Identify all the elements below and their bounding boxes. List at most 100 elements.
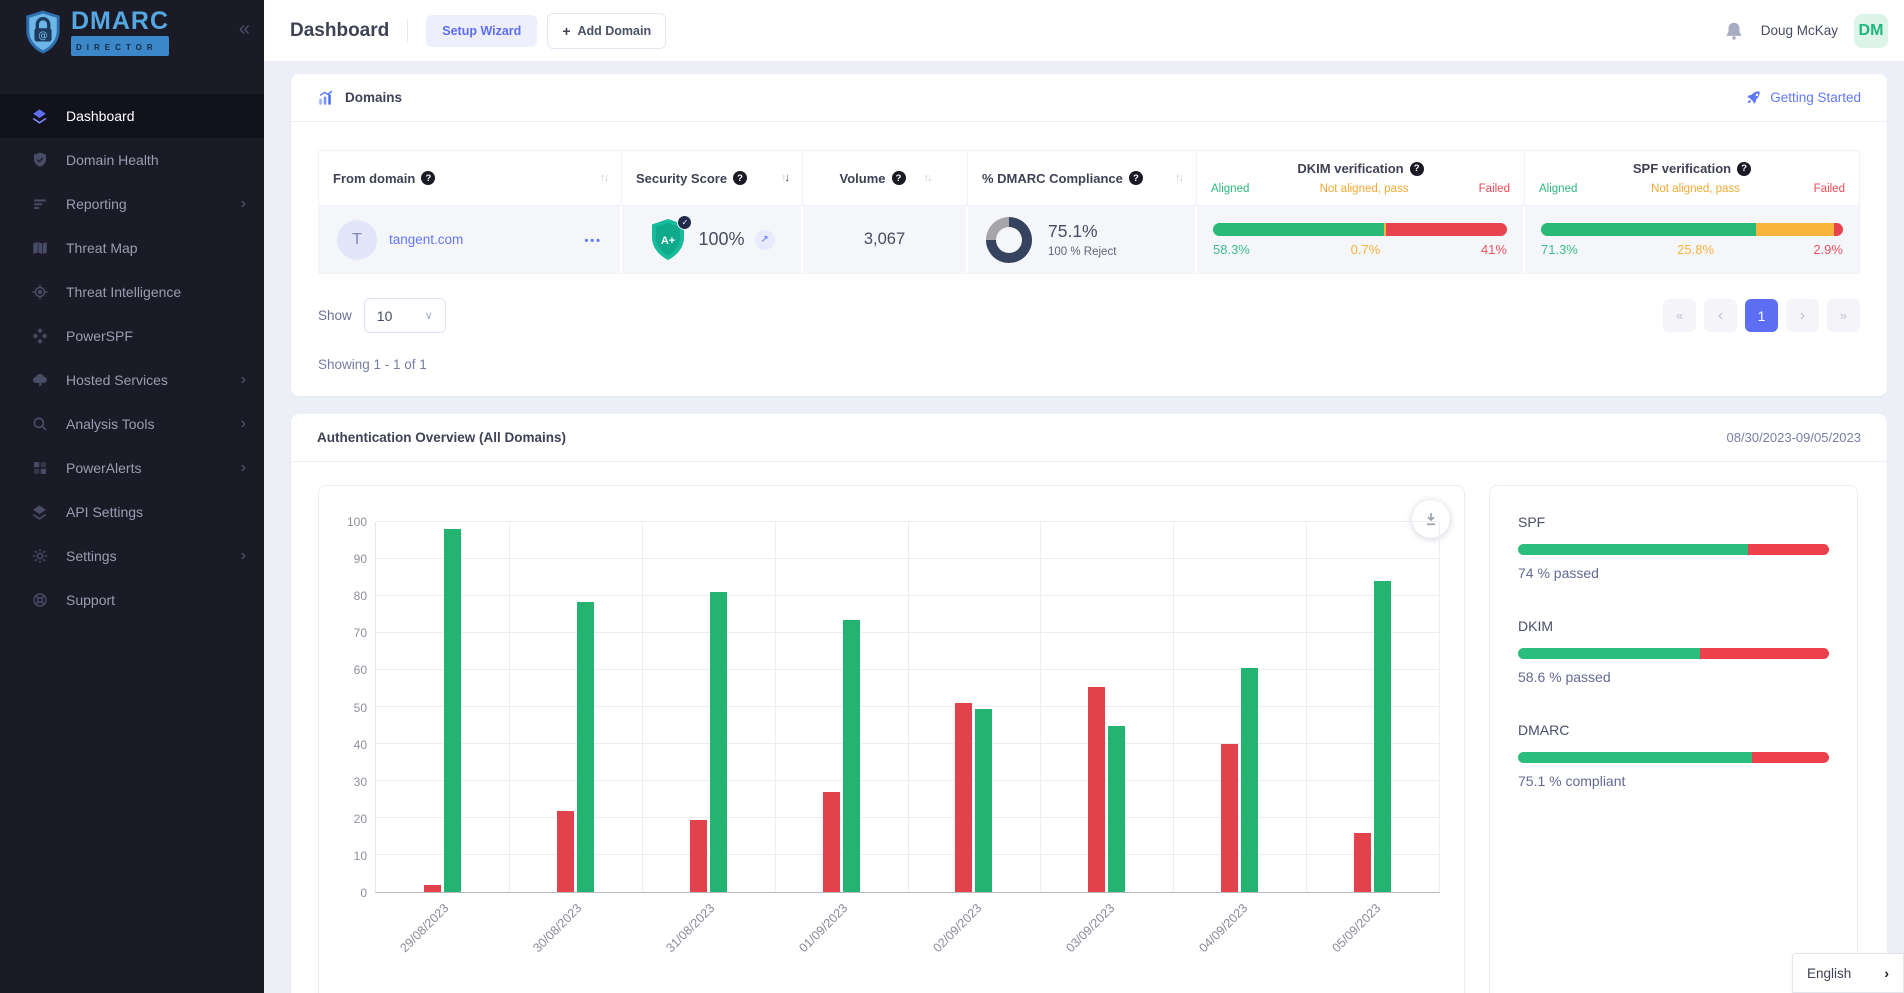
domains-panel-header: Domains Getting Started [291,74,1887,122]
svg-text:A+: A+ [661,235,675,247]
per-page-select[interactable]: 10 [364,298,446,333]
cell-security-score: A+ 100% [622,206,803,273]
sublabel-failed: Failed [1479,183,1510,195]
dkim-not-aligned-value: 0.7% [1351,242,1381,257]
help-icon[interactable] [1737,162,1751,176]
help-icon[interactable] [421,171,435,185]
user-name[interactable]: Doug McKay [1761,23,1838,38]
language-picker[interactable]: English [1792,953,1904,993]
header-label-group: Security Score [636,171,747,186]
domain-avatar: T [337,220,377,260]
failed-bar [1354,833,1371,892]
cell-spf-verification: 71.3% 25.8% 2.9% [1525,206,1859,273]
sidebar-item-label: Threat Map [66,240,138,256]
pagination-page-1[interactable]: 1 [1745,299,1778,332]
header-label-group: % DMARC Compliance [982,171,1143,186]
failed-bar [1088,687,1105,892]
help-icon[interactable] [892,171,906,185]
bar-chart: 0102030405060708090100 [341,522,1440,893]
pagination-next-button[interactable] [1786,299,1819,332]
sublabel-aligned: Aligned [1211,183,1249,195]
sidebar-item-threat-map[interactable]: Threat Map [0,226,264,270]
y-tick-label: 80 [354,589,367,603]
sidebar-item-reporting[interactable]: Reporting [0,182,264,226]
bar-group [775,522,908,892]
chevron-right-icon [1884,965,1889,981]
pagination-first-button[interactable] [1663,299,1696,332]
diamonds-icon [30,327,49,346]
grid-icon [30,459,49,478]
app-root: @ DMARC DIRECTOR Dashboard Domai [0,0,1904,993]
setup-wizard-button[interactable]: Setup Wizard [426,15,537,47]
spf-aligned-value: 71.3% [1541,242,1578,257]
pagination-prev-button[interactable] [1704,299,1737,332]
chart-y-axis: 0102030405060708090100 [341,522,375,893]
sidebar-item-settings[interactable]: Settings [0,534,264,578]
check-badge-icon [677,215,692,230]
cell-dmarc-compliance: 75.1% 100 % Reject [968,206,1197,273]
passed-bar [1108,726,1125,893]
external-link-icon[interactable] [755,230,775,250]
pagination-last-button[interactable] [1827,299,1860,332]
brand-subtitle-bar: DIRECTOR [71,36,169,56]
auth-panel-header: Authentication Overview (All Domains) 08… [291,414,1887,462]
sidebar-item-domain-health[interactable]: Domain Health [0,138,264,182]
sidebar-item-api-settings[interactable]: API Settings [0,490,264,534]
getting-started-label: Getting Started [1770,90,1861,105]
spf-summary-label: SPF [1518,514,1829,530]
passed-bar [710,592,727,892]
dkim-aligned-value: 58.3% [1213,242,1250,257]
sidebar-item-poweralerts[interactable]: PowerAlerts [0,446,264,490]
dmarc-failed-segment [1752,752,1829,763]
getting-started-link[interactable]: Getting Started [1745,89,1861,106]
chevron-right-icon [241,415,246,433]
brand-logo[interactable]: @ DMARC DIRECTOR [0,0,264,64]
spf-not-aligned-segment [1756,223,1834,236]
user-avatar[interactable]: DM [1854,14,1888,48]
domain-link[interactable]: tangent.com [389,232,463,247]
topbar: Dashboard Setup Wizard Add Domain Doug M… [264,0,1904,61]
header-from-domain: From domain [319,151,622,205]
sidebar-collapse-icon[interactable] [239,18,250,41]
header-label: Security Score [636,171,727,186]
sort-icon[interactable] [924,172,931,184]
passed-bar [1241,668,1258,892]
auth-overview-panel: Authentication Overview (All Domains) 08… [291,414,1887,993]
help-icon[interactable] [1410,162,1424,176]
sort-icon[interactable] [1175,172,1182,184]
bell-icon[interactable] [1723,20,1745,42]
sidebar-item-analysis-tools[interactable]: Analysis Tools [0,402,264,446]
domains-panel: Domains Getting Started From domain [291,74,1887,396]
auth-chart-card: 0102030405060708090100 29/08/202330/08/2… [318,485,1465,993]
sidebar-item-label: Dashboard [66,108,135,124]
spf-summary: SPF 74 % passed [1518,514,1829,581]
row-actions-icon[interactable] [584,231,606,249]
help-icon[interactable] [733,171,747,185]
help-icon[interactable] [1129,171,1143,185]
sidebar-item-powerspf[interactable]: PowerSPF [0,314,264,358]
sidebar-item-dashboard[interactable]: Dashboard [0,94,264,138]
spf-summary-text: 74 % passed [1518,565,1829,581]
sidebar-menu: Dashboard Domain Health Reporting Thre [0,94,264,622]
dkim-failed-segment [1386,223,1507,236]
sidebar-item-threat-intelligence[interactable]: Threat Intelligence [0,270,264,314]
sidebar-item-support[interactable]: Support [0,578,264,622]
brand-subtitle: DIRECTOR [76,43,158,52]
topbar-divider [407,19,408,43]
sort-icon[interactable] [781,172,788,184]
header-security-score: Security Score [622,151,803,205]
dkim-summary-label: DKIM [1518,618,1829,634]
header-label: Volume [840,171,886,186]
shield-check-icon [30,151,49,170]
spf-failed-segment [1834,223,1843,236]
chart-x-axis: 29/08/202330/08/202331/08/202301/09/2023… [375,893,1440,983]
dkim-aligned-segment [1213,223,1384,236]
compliance-note: 100 % Reject [1048,246,1116,258]
add-domain-button[interactable]: Add Domain [547,13,666,49]
cloud-icon [30,371,49,390]
y-tick-label: 40 [354,738,367,752]
magnifier-icon [30,415,49,434]
dmarc-summary: DMARC 75.1 % compliant [1518,722,1829,789]
sort-icon[interactable] [600,172,607,184]
sidebar-item-hosted-services[interactable]: Hosted Services [0,358,264,402]
